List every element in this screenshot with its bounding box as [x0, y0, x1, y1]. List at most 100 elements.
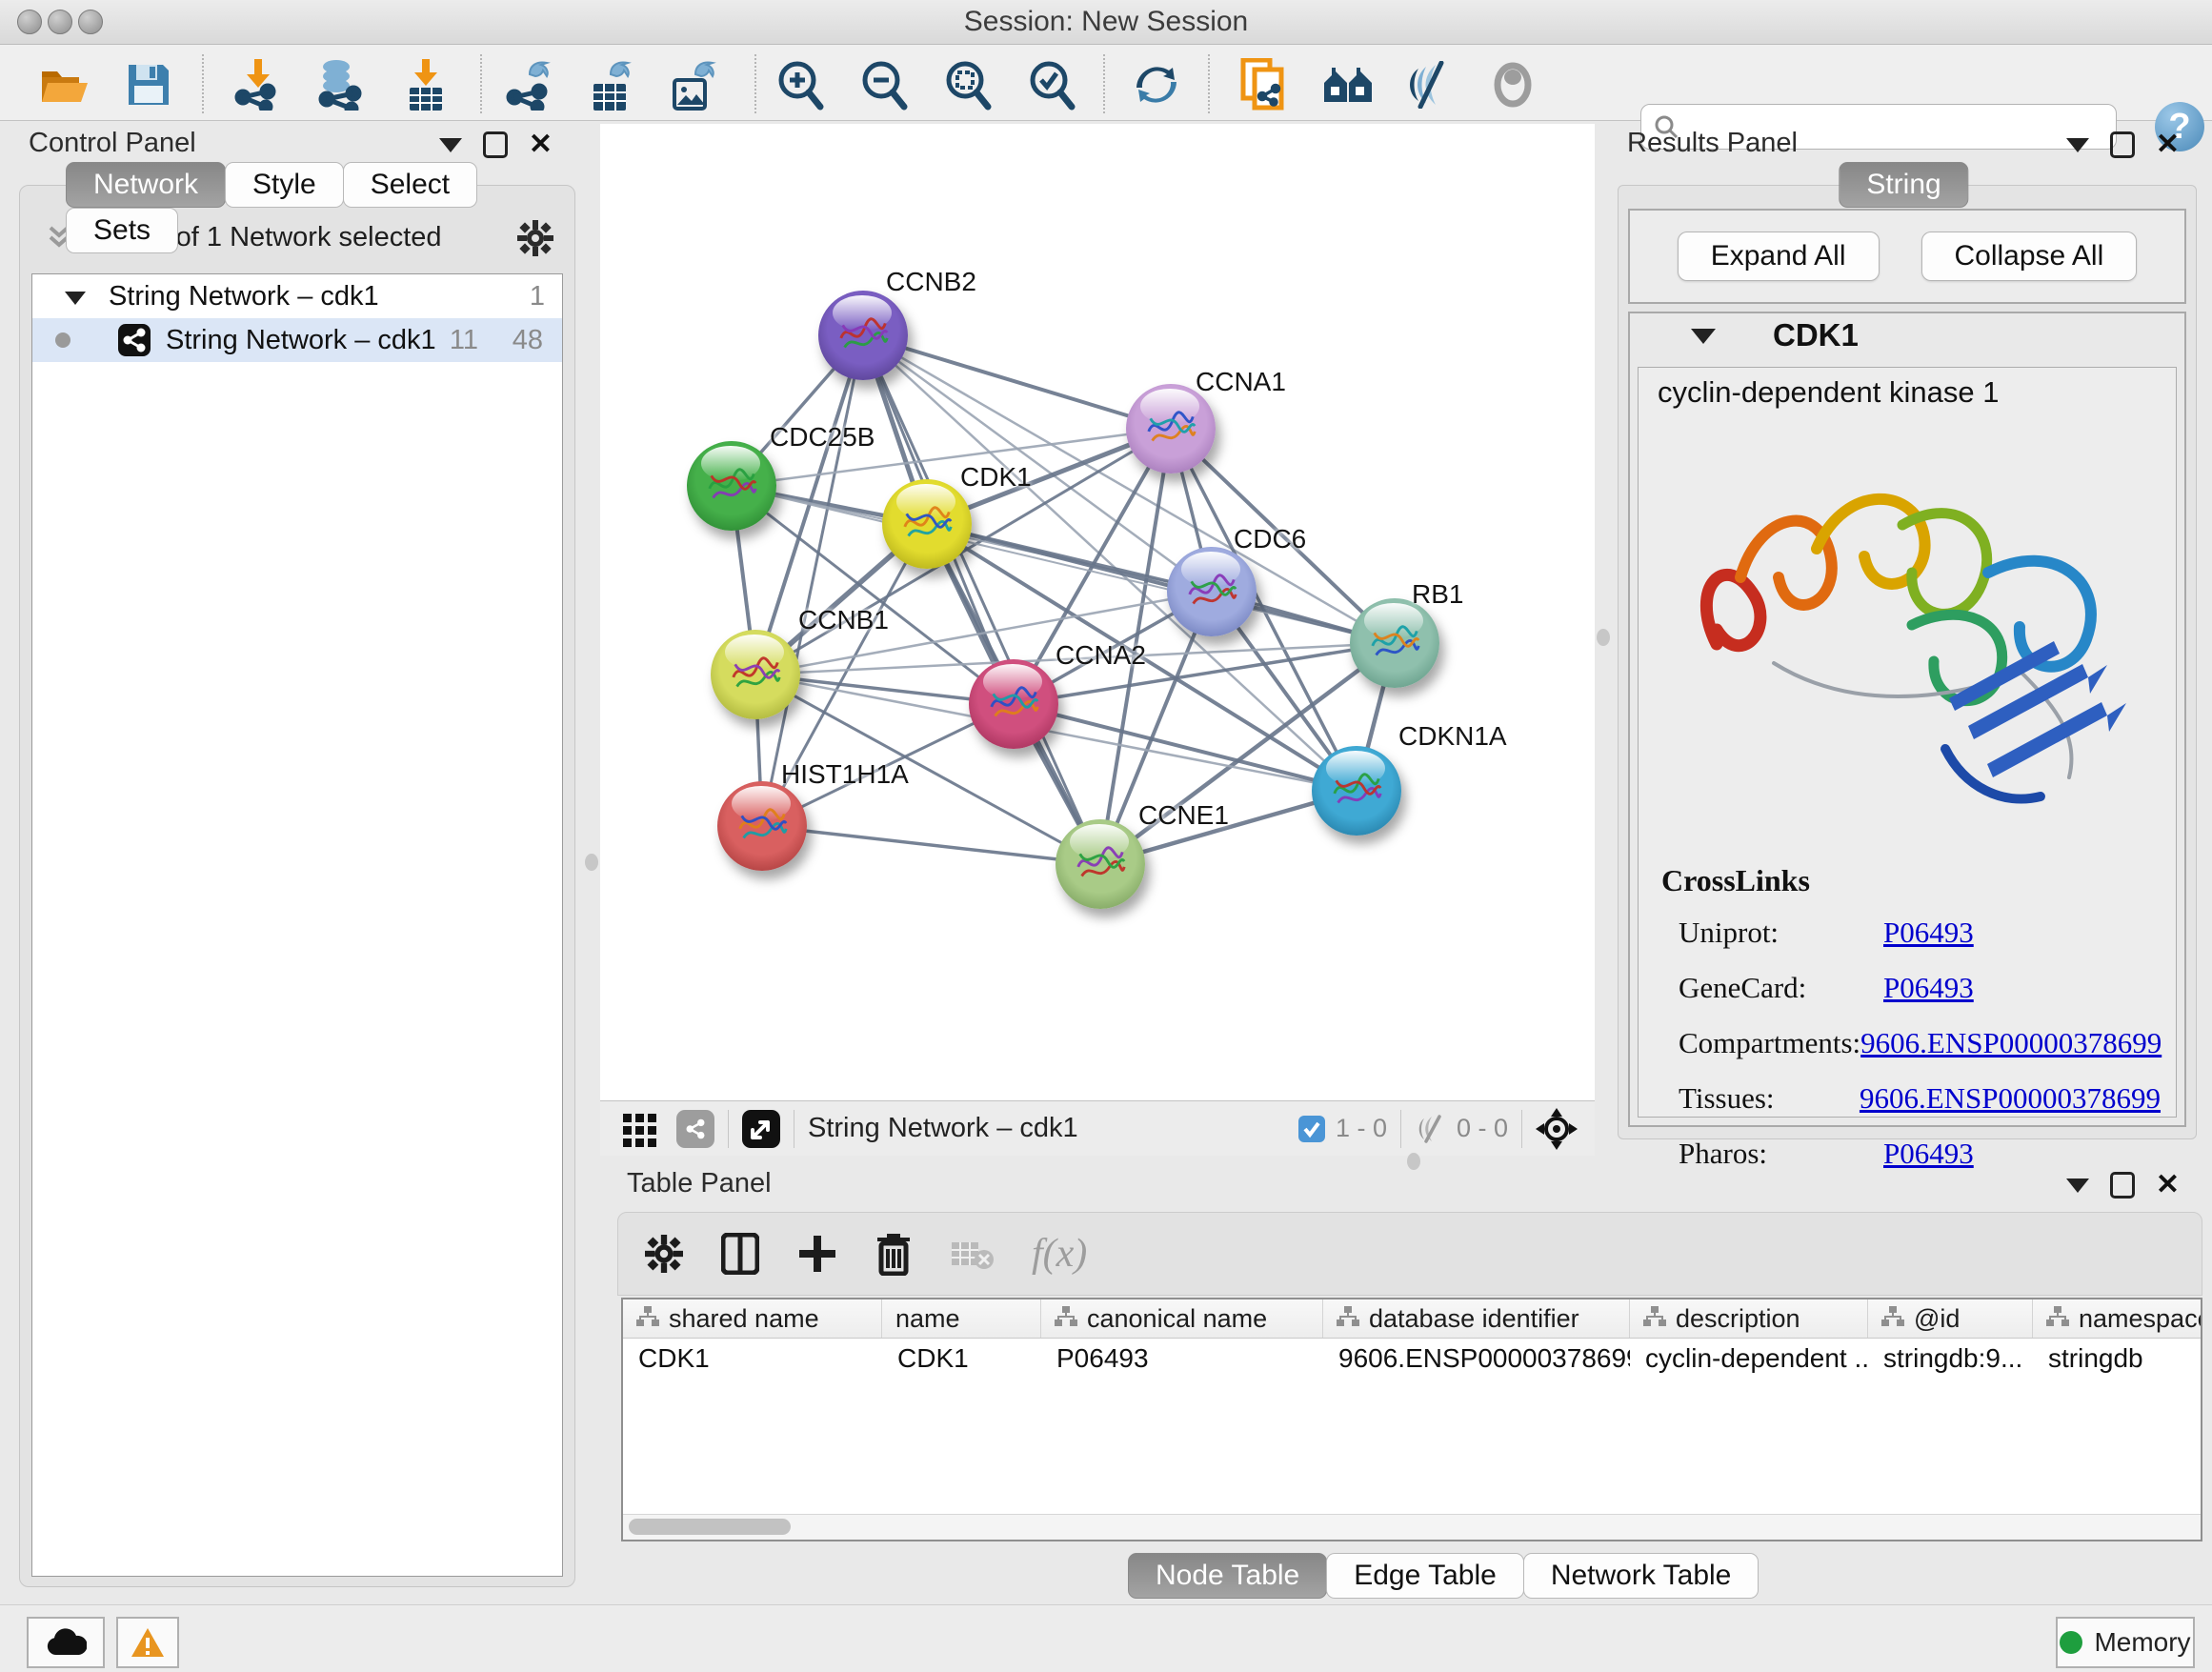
table-cell[interactable]: P06493 [1041, 1339, 1323, 1379]
collapse-all-button[interactable]: Collapse All [1921, 232, 2138, 281]
table-cell[interactable]: stringdb [2033, 1339, 2202, 1379]
table-hscrollbar[interactable] [623, 1514, 2201, 1540]
houses-icon[interactable] [1322, 58, 1376, 111]
crosslink-link[interactable]: P06493 [1883, 916, 1974, 950]
zoom-fit-icon[interactable] [941, 58, 995, 111]
open-file-icon[interactable] [38, 58, 91, 111]
tab-style[interactable]: Style [225, 162, 344, 208]
import-database-icon[interactable] [312, 58, 365, 111]
table-cell[interactable]: stringdb:9... [1868, 1339, 2033, 1379]
network-node-CDK1[interactable] [882, 479, 972, 569]
delete-table-icon [950, 1237, 994, 1271]
gene-section-header[interactable]: CDK1 [1630, 313, 2184, 361]
network-edge[interactable] [927, 524, 1395, 643]
close-panel-icon[interactable]: ✕ [2156, 1175, 2180, 1196]
network-node-CCNB2[interactable] [818, 291, 908, 380]
string-view-icon[interactable] [676, 1110, 714, 1148]
network-node-CDC25B[interactable] [687, 441, 776, 531]
table-cell[interactable]: CDK1 [882, 1339, 1041, 1379]
save-session-icon[interactable] [122, 58, 175, 111]
table-cell[interactable]: 9606.ENSP00000378699 [1323, 1339, 1630, 1379]
cloud-button[interactable] [27, 1617, 105, 1668]
float-panel-icon[interactable] [2110, 131, 2135, 158]
splitter-handle[interactable] [1407, 1153, 1420, 1170]
column-header-@id[interactable]: @id [1868, 1299, 2033, 1338]
collapse-panel-icon[interactable] [2066, 138, 2089, 152]
network-node-CCNA2[interactable] [969, 659, 1058, 749]
network-canvas[interactable]: CCNB2 CCNA1 CDC25B CDK1 CDC6 RB1 CCNB1 C… [600, 124, 1595, 1100]
crosslink-row: Tissues:9606.ENSP00000378699 [1679, 1081, 2161, 1116]
warning-button[interactable] [116, 1617, 179, 1668]
fit-content-icon[interactable] [1536, 1108, 1578, 1150]
zoom-out-icon[interactable] [857, 58, 911, 111]
network-row-selected[interactable]: String Network – cdk1 11 48 [32, 318, 562, 362]
collapse-panel-icon[interactable] [439, 138, 462, 152]
close-panel-icon[interactable]: ✕ [529, 134, 553, 155]
table-row[interactable]: CDK1CDK1P064939606.ENSP00000378699cyclin… [623, 1339, 2201, 1379]
float-panel-icon[interactable] [483, 131, 508, 158]
grid-view-icon[interactable] [621, 1110, 659, 1148]
tree-expand-icon[interactable] [65, 292, 86, 305]
table-cell[interactable]: cyclin-dependent ... [1630, 1339, 1868, 1379]
delete-column-icon[interactable] [875, 1232, 912, 1276]
hide-selected-icon[interactable] [1402, 58, 1456, 111]
memory-button[interactable]: Memory [2056, 1617, 2195, 1668]
toolbar-separator [202, 54, 204, 113]
birdseye-view-icon[interactable] [742, 1110, 780, 1148]
section-expand-icon[interactable] [1691, 329, 1716, 344]
network-node-CDC6[interactable] [1167, 547, 1257, 636]
network-collection-row[interactable]: String Network – cdk1 1 [32, 274, 562, 318]
tab-sets[interactable]: Sets [66, 208, 178, 253]
tab-network-table[interactable]: Network Table [1523, 1553, 1760, 1599]
export-image-icon[interactable] [666, 58, 719, 111]
network-list: String Network – cdk1 1 String Network –… [31, 273, 563, 1577]
collapse-panel-icon[interactable] [2066, 1178, 2089, 1193]
network-node-RB1[interactable] [1350, 598, 1439, 688]
network-view-panel: CCNB2 CCNA1 CDC25B CDK1 CDC6 RB1 CCNB1 C… [600, 124, 1595, 1155]
crosslink-link[interactable]: 9606.ENSP00000378699 [1860, 1026, 2162, 1060]
crosslink-link[interactable]: P06493 [1883, 971, 1974, 1005]
tab-network[interactable]: Network [66, 162, 226, 208]
splitter-handle[interactable] [1597, 629, 1610, 646]
show-columns-icon[interactable] [721, 1233, 759, 1275]
table-settings-gear-icon[interactable] [645, 1235, 683, 1273]
network-node-CCNE1[interactable] [1056, 819, 1145, 909]
table-cell[interactable]: CDK1 [623, 1339, 882, 1379]
expand-all-button[interactable]: Expand All [1678, 232, 1880, 281]
splitter-handle[interactable] [585, 854, 598, 871]
edge-count: 48 [513, 318, 543, 362]
node-table[interactable]: shared namenamecanonical namedatabase id… [621, 1298, 2202, 1541]
tab-string[interactable]: String [1839, 162, 1968, 208]
column-header-shared-name[interactable]: shared name [623, 1299, 882, 1338]
close-panel-icon[interactable]: ✕ [2156, 134, 2180, 155]
network-edge[interactable] [762, 826, 1100, 864]
column-header-canonical-name[interactable]: canonical name [1041, 1299, 1323, 1338]
network-node-CCNA1[interactable] [1126, 384, 1216, 473]
zoom-in-icon[interactable] [774, 58, 827, 111]
tab-edge-table[interactable]: Edge Table [1326, 1553, 1524, 1599]
network-edge[interactable] [762, 335, 863, 826]
float-panel-icon[interactable] [2110, 1172, 2135, 1199]
tab-select[interactable]: Select [343, 162, 477, 208]
export-table-icon[interactable] [583, 58, 636, 111]
tab-node-table[interactable]: Node Table [1128, 1553, 1327, 1599]
export-network-icon[interactable] [502, 58, 555, 111]
scrollbar-thumb[interactable] [629, 1519, 791, 1535]
network-node-HIST1H1A[interactable] [717, 781, 807, 871]
import-network-icon[interactable] [231, 58, 284, 111]
crosslink-link[interactable]: 9606.ENSP00000378699 [1860, 1081, 2161, 1116]
selected-checkbox-icon[interactable] [1297, 1115, 1326, 1143]
column-header-namespace[interactable]: namespace [2033, 1299, 2202, 1338]
show-graphics-icon[interactable] [1486, 58, 1539, 111]
add-column-icon[interactable] [797, 1234, 837, 1274]
column-header-name[interactable]: name [882, 1299, 1041, 1338]
import-table-icon[interactable] [399, 58, 452, 111]
column-header-database-identifier[interactable]: database identifier [1323, 1299, 1630, 1338]
column-header-description[interactable]: description [1630, 1299, 1868, 1338]
network-node-CCNB1[interactable] [711, 630, 800, 719]
network-node-CDKN1A[interactable] [1312, 746, 1401, 836]
zoom-selected-icon[interactable] [1025, 58, 1078, 111]
network-edge[interactable] [863, 335, 1171, 429]
refresh-icon[interactable] [1130, 58, 1183, 111]
duplicate-network-icon[interactable] [1237, 58, 1290, 111]
